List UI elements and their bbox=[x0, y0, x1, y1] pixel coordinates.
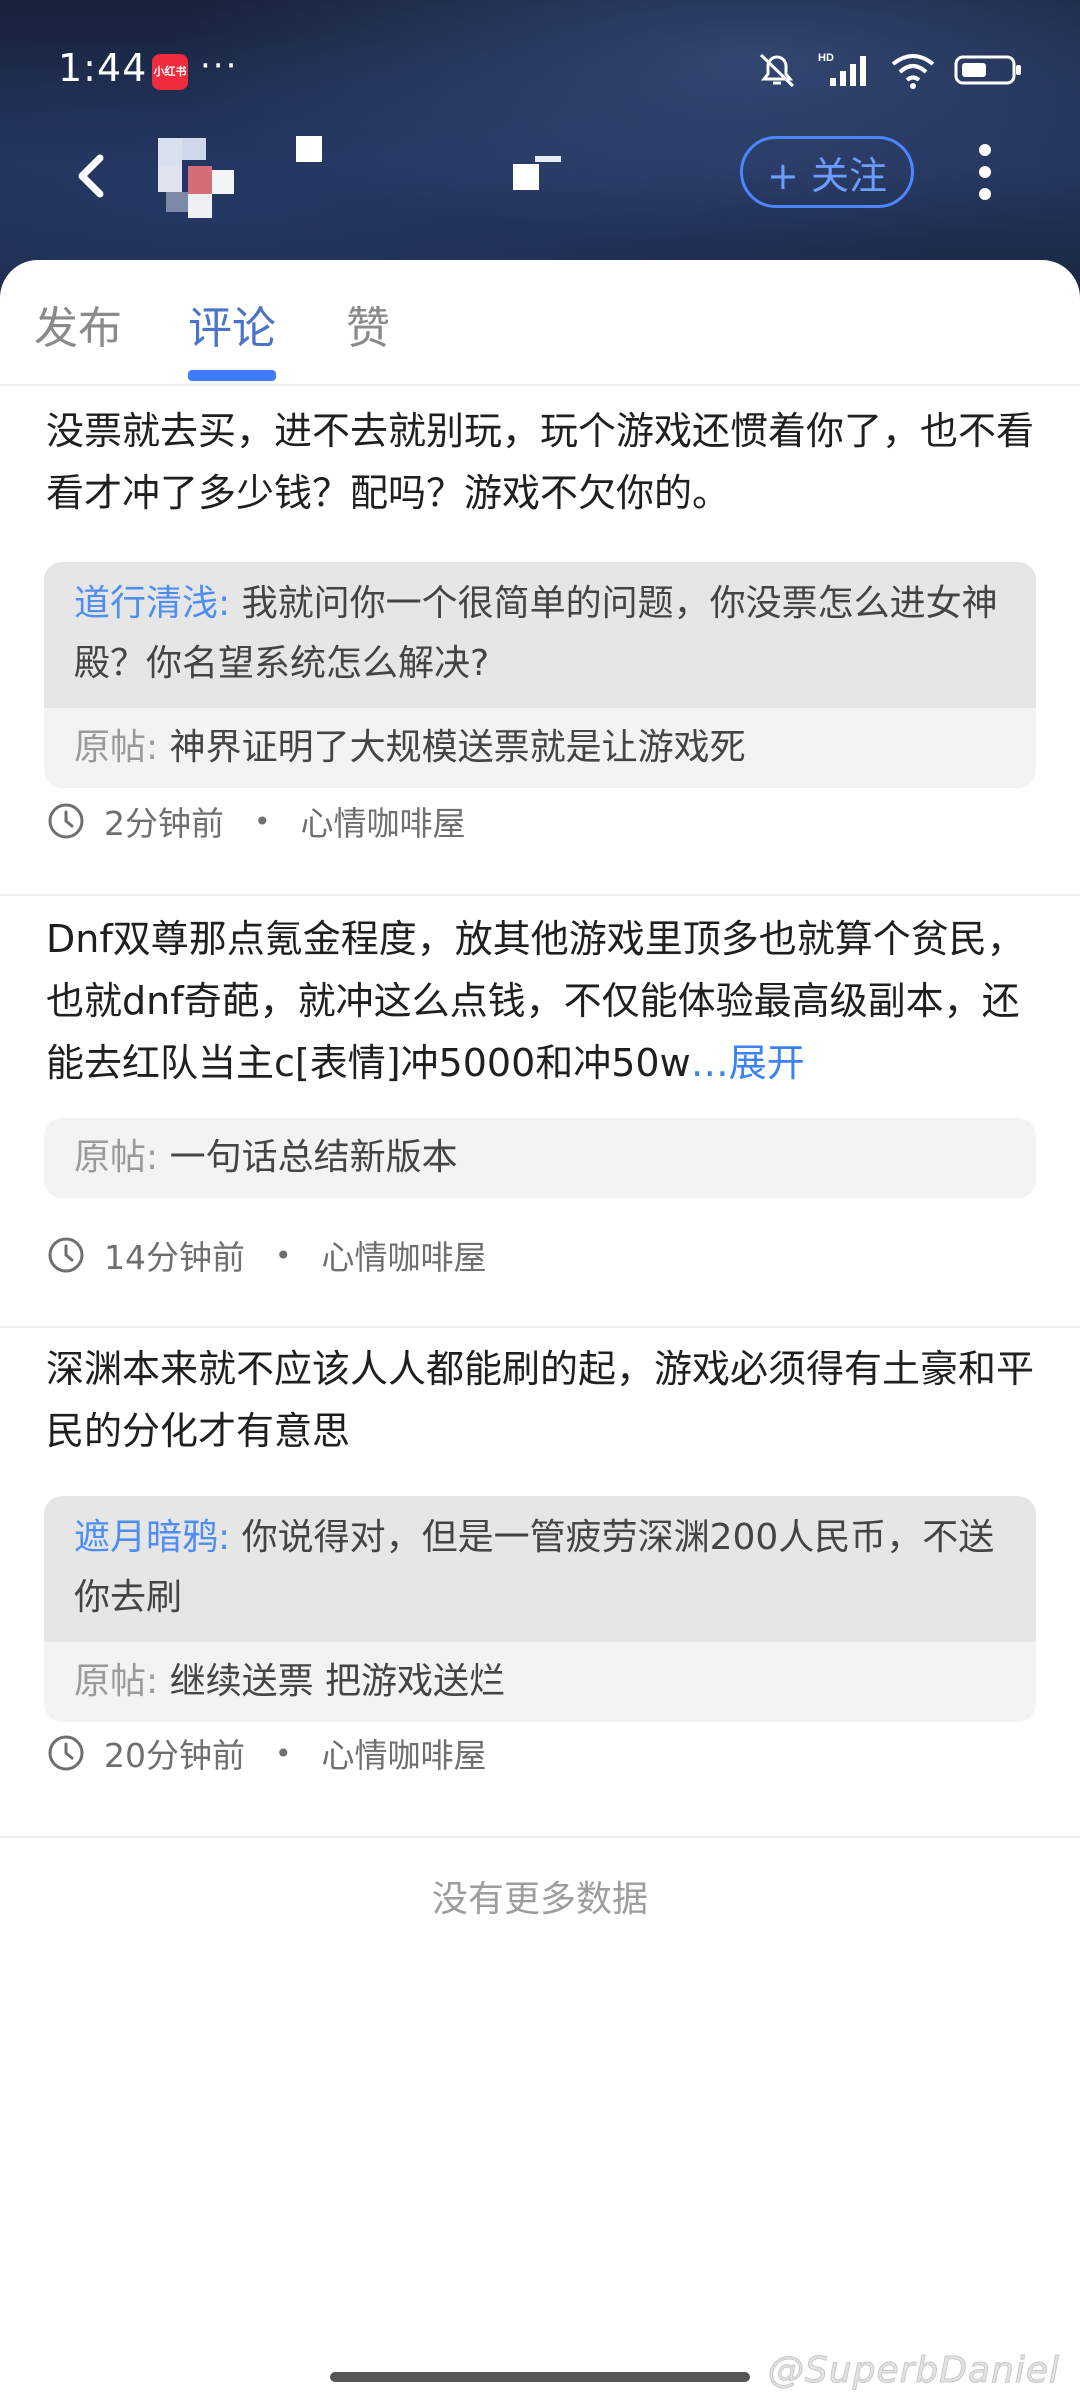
battery-icon bbox=[954, 55, 1021, 85]
meta-separator: • bbox=[275, 1736, 292, 1770]
mute-icon bbox=[759, 53, 795, 88]
comment-meta: 20分钟前 • 心情咖啡屋 bbox=[46, 1728, 487, 1778]
quote-box[interactable]: 道行清浅: 我就问你一个很简单的问题，你没票怎么进女神殿？你名望系统怎么解决? … bbox=[44, 562, 1036, 788]
app-notification-icon: 小红书 bbox=[152, 54, 188, 90]
svg-text:HD: HD bbox=[818, 52, 834, 64]
original-post-label: 原帖: bbox=[74, 727, 159, 768]
watermark: @SuperbDaniel bbox=[767, 2350, 1060, 2392]
comment-item[interactable]: Dnf双尊那点氪金程度，放其他游戏里顶多也就算个贫民，也就dnf奇葩，就冲这么点… bbox=[0, 896, 1080, 1328]
status-icons: HD bbox=[756, 48, 1024, 92]
more-options-icon[interactable] bbox=[965, 136, 1005, 208]
original-post-text: 神界证明了大规模送票就是让游戏死 bbox=[169, 727, 746, 768]
content-panel: 发布 评论 赞 没票就去买，进不去就别玩，玩个游戏还惯着你了，也不看看才冲了多少… bbox=[0, 260, 1080, 2400]
status-time: 1:44 bbox=[58, 46, 148, 90]
meta-separator: • bbox=[275, 1238, 292, 1272]
original-post[interactable]: 原帖: 一句话总结新版本 bbox=[44, 1118, 1036, 1198]
comment-time: 20分钟前 bbox=[104, 1736, 245, 1775]
meta-separator: • bbox=[254, 804, 271, 838]
wifi-icon bbox=[891, 54, 935, 89]
original-post-label: 原帖: bbox=[74, 1661, 159, 1702]
profile-header: 1:44 小红书 ··· HD + 关注 bbox=[0, 0, 1080, 300]
clock-icon bbox=[48, 803, 84, 839]
comment-meta: 2分钟前 • 心情咖啡屋 bbox=[46, 796, 466, 846]
reply-quote: 道行清浅: 我就问你一个很简单的问题，你没票怎么进女神殿？你名望系统怎么解决? bbox=[44, 562, 1036, 708]
clock-icon bbox=[48, 1237, 84, 1273]
status-bar: 1:44 小红书 ··· HD bbox=[0, 0, 1080, 140]
comment-item[interactable]: 没票就去买，进不去就别玩，玩个游戏还惯着你了，也不看看才冲了多少钱？配吗？游戏不… bbox=[0, 386, 1080, 896]
username-pixelated bbox=[513, 156, 561, 190]
follow-button[interactable]: + 关注 bbox=[740, 136, 914, 208]
comment-item[interactable]: 深渊本来就不应该人人都能刷的起，游戏必须得有土豪和平民的分化才有意思 遮月暗鸦:… bbox=[0, 1328, 1080, 1838]
comment-time: 2分钟前 bbox=[104, 804, 224, 843]
active-tab-indicator bbox=[188, 370, 276, 381]
original-post-text: 一句话总结新版本 bbox=[169, 1137, 458, 1178]
comment-text: 深渊本来就不应该人人都能刷的起，游戏必须得有土豪和平民的分化才有意思 bbox=[46, 1347, 1035, 1453]
comment-group[interactable]: 心情咖啡屋 bbox=[301, 797, 466, 845]
comment-body: Dnf双尊那点氪金程度，放其他游戏里顶多也就算个贫民，也就dnf奇葩，就冲这么点… bbox=[46, 917, 1025, 1085]
tab-likes[interactable]: 赞 bbox=[346, 292, 390, 356]
tab-comments[interactable]: 评论 bbox=[188, 292, 276, 356]
original-post[interactable]: 原帖: 继续送票 把游戏送烂 bbox=[44, 1642, 1036, 1722]
reply-username[interactable]: 遮月暗鸦: bbox=[74, 1517, 230, 1558]
back-arrow-icon[interactable] bbox=[66, 150, 118, 202]
expand-link[interactable]: …展开 bbox=[691, 1041, 805, 1085]
clock-icon bbox=[48, 1735, 84, 1771]
original-post-label: 原帖: bbox=[74, 1137, 159, 1178]
tab-bar: 发布 评论 赞 bbox=[0, 260, 1080, 386]
original-post[interactable]: 原帖: 神界证明了大规模送票就是让游戏死 bbox=[44, 708, 1036, 788]
no-more-data-label: 没有更多数据 bbox=[431, 1879, 648, 1920]
more-notifications-indicator: ··· bbox=[200, 46, 239, 86]
comment-group[interactable]: 心情咖啡屋 bbox=[322, 1231, 487, 1279]
reply-quote: 遮月暗鸦: 你说得对，但是一管疲劳深渊200人民币，不送你去刷 bbox=[44, 1496, 1036, 1642]
comment-time: 14分钟前 bbox=[104, 1238, 245, 1277]
comment-meta: 14分钟前 • 心情咖啡屋 bbox=[46, 1230, 487, 1280]
comment-group[interactable]: 心情咖啡屋 bbox=[322, 1729, 487, 1777]
reply-username[interactable]: 道行清浅: bbox=[74, 583, 230, 624]
original-post-text: 继续送票 把游戏送烂 bbox=[169, 1661, 506, 1702]
tab-posts[interactable]: 发布 bbox=[34, 292, 122, 356]
home-indicator[interactable] bbox=[330, 2372, 750, 2382]
avatar[interactable] bbox=[158, 132, 328, 224]
comment-text: Dnf双尊那点氪金程度，放其他游戏里顶多也就算个贫民，也就dnf奇葩，就冲这么点… bbox=[46, 908, 1036, 1094]
comment-text: 没票就去买，进不去就别玩，玩个游戏还惯着你了，也不看看才冲了多少钱？配吗？游戏不… bbox=[46, 409, 1035, 515]
quote-box[interactable]: 遮月暗鸦: 你说得对，但是一管疲劳深渊200人民币，不送你去刷 原帖: 继续送票… bbox=[44, 1496, 1036, 1722]
quote-box[interactable]: 原帖: 一句话总结新版本 bbox=[44, 1118, 1036, 1198]
hd-signal-icon: HD bbox=[818, 52, 866, 86]
